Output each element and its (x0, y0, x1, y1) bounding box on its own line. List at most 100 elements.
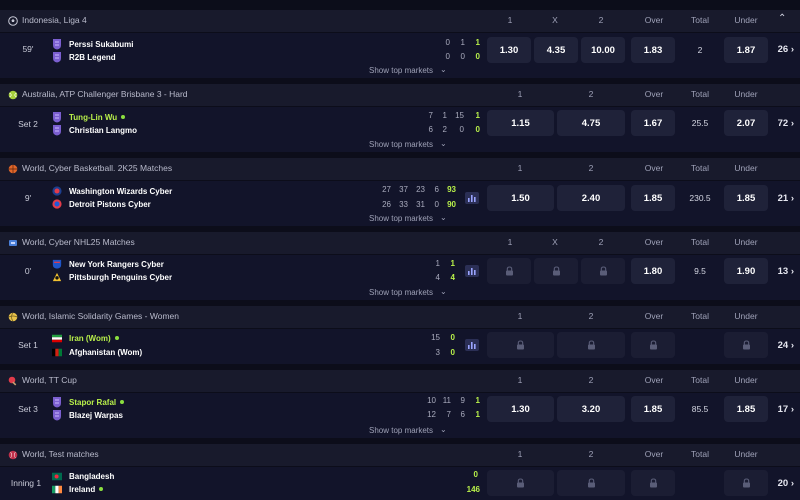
odd-button-under[interactable]: 1.85 (724, 396, 768, 422)
odd-button-under[interactable]: 2.07 (724, 110, 768, 136)
serving-indicator (114, 336, 119, 340)
odd-button-under-locked (724, 470, 768, 496)
chevron-down-icon[interactable]: ⌄ (440, 65, 447, 74)
league-header[interactable]: World, TT Cup 1 2 Over Total Under (0, 370, 800, 392)
col-under: Under (734, 163, 758, 173)
match-row[interactable]: 0' New York Rangers Cyber Pittsburgh Pen… (0, 255, 800, 300)
show-top-markets-toggle[interactable]: Show top markets (369, 426, 433, 435)
league-header[interactable]: World, Cyber Basketball. 2K25 Matches 1 … (0, 158, 800, 180)
odd-button-2[interactable]: 2.40 (557, 185, 625, 211)
match-row[interactable]: 59' Perssi Sukabumi R2B Legend 0 1 1 0 0… (0, 33, 800, 78)
show-top-markets-toggle[interactable]: Show top markets (369, 214, 433, 223)
league-title: World, Cyber NHL25 Matches (22, 237, 135, 247)
table-tennis-icon (8, 376, 17, 386)
match-row[interactable]: Set 2 Tung-Lin Wu Christian Langmo 7 1 1… (0, 107, 800, 152)
col-2: 2 (598, 15, 604, 25)
league-header[interactable]: World, Islamic Solidarity Games - Women … (0, 306, 800, 328)
match-status: Set 2 (18, 119, 38, 129)
chevron-down-icon[interactable]: ⌄ (440, 139, 447, 148)
col-2: 2 (588, 89, 594, 99)
more-markets-link[interactable]: 72 › (778, 118, 794, 129)
score-period: 2 (442, 125, 447, 134)
odd-button-over[interactable]: 1.80 (631, 258, 675, 284)
odd-button-under[interactable]: 1.90 (724, 258, 768, 284)
odd-button-over[interactable]: 1.85 (631, 396, 675, 422)
col-2: 2 (588, 375, 594, 385)
team-shield-icon (53, 397, 61, 408)
league-title: Indonesia, Liga 4 (22, 15, 87, 25)
iran-flag-icon (52, 334, 62, 342)
league-header[interactable]: Indonesia, Liga 4 1 X 2 Over Total Under… (0, 10, 800, 32)
match-status: Set 1 (18, 340, 38, 350)
score-period: 31 (416, 200, 425, 209)
more-markets-link[interactable]: 17 › (778, 404, 794, 415)
match-row[interactable]: Inning 1 Bangladesh Ireland 0 146 20 › (0, 467, 800, 500)
odd-button-over[interactable]: 1.85 (631, 185, 675, 211)
collapse-chevron-icon[interactable]: ⌃ (778, 13, 786, 24)
lock-icon (649, 478, 657, 488)
statistics-icon[interactable] (465, 339, 479, 351)
col-total: Total (691, 15, 709, 25)
odd-button-over-locked (631, 470, 675, 496)
col-2: 2 (598, 237, 604, 247)
score-period: 15 (431, 333, 440, 342)
total-value: 85.5 (691, 404, 709, 414)
odd-button-under[interactable]: 1.87 (724, 37, 768, 63)
score-period: 6 (460, 410, 465, 419)
total-value: 2 (697, 45, 703, 55)
odd-button-over[interactable]: 1.83 (631, 37, 675, 63)
more-markets-link[interactable]: 20 › (778, 478, 794, 489)
odd-button-1[interactable]: 1.30 (487, 37, 531, 63)
basketball-icon (8, 164, 18, 174)
score-total: 4 (450, 273, 455, 282)
odd-button-over[interactable]: 1.67 (631, 110, 675, 136)
more-markets-link[interactable]: 21 › (778, 193, 794, 204)
score-period: 1 (435, 259, 440, 268)
score-total: 0 (473, 470, 478, 479)
lock-icon (742, 478, 750, 488)
statistics-icon[interactable] (465, 192, 479, 204)
lock-icon (742, 340, 750, 350)
chevron-down-icon[interactable]: ⌄ (440, 425, 447, 434)
lock-icon (587, 478, 595, 488)
odd-button-x[interactable]: 4.35 (534, 37, 578, 63)
match-row[interactable]: Set 3 Stapor Rafal Blazej Warpas 10 11 9… (0, 393, 800, 438)
statistics-icon[interactable] (465, 265, 479, 277)
odd-button-1[interactable]: 1.30 (487, 396, 554, 422)
league-header[interactable]: World, Test matches 1 2 Over Total Under (0, 444, 800, 466)
chevron-down-icon[interactable]: ⌄ (440, 213, 447, 222)
col-over: Over (644, 237, 664, 247)
match-status: 9' (24, 193, 32, 203)
league-header[interactable]: World, Cyber NHL25 Matches 1 X 2 Over To… (0, 232, 800, 254)
league-title: World, Test matches (22, 449, 99, 459)
col-over: Over (644, 311, 664, 321)
col-2: 2 (588, 163, 594, 173)
team-shield-icon (53, 125, 61, 136)
col-under: Under (734, 449, 758, 459)
lock-icon (649, 340, 657, 350)
league-header[interactable]: Australia, ATP Challenger Brisbane 3 - H… (0, 84, 800, 106)
odd-button-1[interactable]: 1.50 (487, 185, 554, 211)
chevron-down-icon[interactable]: ⌄ (440, 287, 447, 296)
score-period: 6 (428, 125, 433, 134)
odd-button-2[interactable]: 10.00 (581, 37, 625, 63)
score-total: 0 (475, 52, 480, 61)
show-top-markets-toggle[interactable]: Show top markets (369, 288, 433, 297)
odd-button-2[interactable]: 4.75 (557, 110, 625, 136)
more-markets-link[interactable]: 26 › (778, 44, 794, 55)
odd-button-under-locked (724, 332, 768, 358)
match-row[interactable]: 9' Washington Wizards Cyber Detroit Pist… (0, 181, 800, 226)
show-top-markets-toggle[interactable]: Show top markets (369, 140, 433, 149)
odd-button-2[interactable]: 3.20 (557, 396, 625, 422)
odd-button-under[interactable]: 1.85 (724, 185, 768, 211)
score-period: 0 (434, 200, 439, 209)
match-row[interactable]: Set 1 Iran (Wom) Afghanistan (Wom) 15 0 … (0, 329, 800, 364)
score-period: 26 (382, 200, 391, 209)
bangladesh-flag-icon (52, 472, 62, 480)
odd-button-x-locked (534, 258, 578, 284)
more-markets-link[interactable]: 13 › (778, 266, 794, 277)
odd-button-1[interactable]: 1.15 (487, 110, 554, 136)
show-top-markets-toggle[interactable]: Show top markets (369, 66, 433, 75)
more-markets-link[interactable]: 24 › (778, 340, 794, 351)
lock-icon (552, 266, 560, 276)
